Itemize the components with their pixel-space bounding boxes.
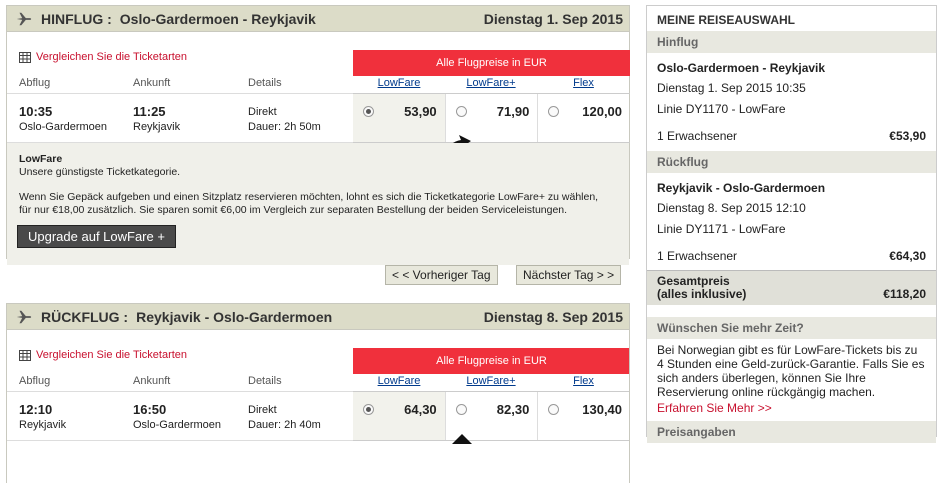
fare-price: 71,90 — [496, 104, 530, 119]
fare-header-lowfare[interactable]: LowFare — [353, 375, 445, 392]
table-icon — [19, 51, 31, 63]
compare-link[interactable]: Vergleichen Sie die Ticketarten — [19, 51, 187, 63]
fare-price: 130,40 — [582, 402, 623, 417]
fare-header-lowfare[interactable]: LowFare — [353, 77, 445, 94]
outbound-header: HINFLUG : Oslo-Gardermoen - Reykjavik Di… — [7, 6, 629, 32]
departure-time: 12:10 — [19, 402, 53, 417]
fare-radio[interactable] — [455, 404, 467, 415]
flight-type: Direkt — [248, 404, 277, 416]
fare-radio[interactable] — [548, 106, 560, 117]
info-title: LowFare — [19, 153, 63, 165]
arrival-time: 11:25 — [133, 104, 166, 119]
fare-info-box: LowFare Unsere günstigste Ticketkategori… — [7, 143, 629, 265]
outbound-panel: HINFLUG : Oslo-Gardermoen - Reykjavik Di… — [6, 5, 630, 265]
sidebar-return-price: €64,30 — [889, 249, 926, 263]
previous-day-button[interactable]: < < Vorheriger Tag — [385, 265, 498, 285]
compare-link[interactable]: Vergleichen Sie die Ticketarten — [19, 349, 187, 361]
fare-options: 53,90 71,90 120,00 — [353, 93, 630, 143]
return-header: RÜCKFLUG : Reykjavik - Oslo-Gardermoen D… — [7, 304, 629, 330]
fare-header-flex[interactable]: Flex — [537, 375, 629, 392]
sidebar-return-pax-row: 1 Erwachsener €64,30 — [647, 247, 936, 265]
fare-options: 64,30 82,30 130,40 — [353, 391, 629, 441]
info-text-1: Wenn Sie Gepäck aufgeben und einen Sitzp… — [19, 191, 599, 203]
arrow-up-icon — [452, 434, 472, 444]
flight-duration: Dauer: 2h 40m — [248, 419, 321, 431]
sidebar-outbound-route: Oslo-Gardermoen - Reykjavik — [657, 61, 826, 75]
sidebar-outbound-datetime: Dienstag 1. Sep 2015 10:35 — [657, 81, 806, 95]
col-details: Details — [248, 77, 282, 89]
compare-link-text[interactable]: Vergleichen Sie die Ticketarten — [36, 51, 187, 63]
fare-radio[interactable] — [363, 404, 374, 415]
price-banner: Alle Flugpreise in EUR — [353, 348, 629, 374]
col-departure: Abflug — [19, 375, 51, 387]
sidebar-return-datetime: Dienstag 8. Sep 2015 12:10 — [657, 201, 806, 215]
col-arrival: Ankunft — [133, 77, 171, 89]
flight-row — [7, 391, 353, 441]
fare-price: 120,00 — [582, 104, 623, 119]
col-arrival: Ankunft — [133, 375, 171, 387]
sidebar-title: MEINE REISEAUSWAHL — [657, 13, 796, 27]
departure-place: Reykjavik — [19, 419, 67, 431]
total-label-sub: (alles inklusive) — [657, 287, 747, 301]
outbound-route: Oslo-Gardermoen - Reykjavik — [119, 10, 316, 27]
outbound-direction: HINFLUG : — [41, 10, 112, 27]
fare-option-lowfare[interactable]: 53,90 — [353, 94, 446, 142]
sidebar-return-header: Rückflug — [647, 151, 936, 173]
return-panel: RÜCKFLUG : Reykjavik - Oslo-Gardermoen D… — [6, 303, 630, 483]
upgrade-button[interactable]: Upgrade auf LowFare + — [17, 225, 176, 248]
travel-summary-sidebar: MEINE REISEAUSWAHL Hinflug Oslo-Gardermo… — [646, 5, 937, 443]
arrival-time: 16:50 — [133, 402, 167, 417]
sidebar-return-flight: Linie DY1171 - LowFare — [657, 222, 786, 236]
flight-type: Direkt — [248, 106, 277, 118]
airplane-icon — [16, 12, 32, 25]
sidebar-outbound-pax: 1 Erwachsener — [657, 129, 738, 143]
col-departure: Abflug — [19, 77, 51, 89]
table-icon — [19, 349, 31, 361]
more-info-link[interactable]: Erfahren Sie Mehr >> — [657, 401, 772, 415]
arrival-place: Reykjavik — [133, 121, 181, 133]
info-text-2: für nur €18,00 zusätzlich. Sie sparen so… — [19, 204, 568, 216]
price-banner: Alle Flugpreise in EUR — [353, 50, 630, 76]
fare-radio[interactable] — [455, 106, 467, 117]
sidebar-outbound-pax-row: 1 Erwachsener €53,90 — [647, 127, 936, 145]
fare-header-lowfare-plus[interactable]: LowFare+ — [445, 77, 537, 94]
return-direction: RÜCKFLUG : — [41, 308, 129, 325]
col-details: Details — [248, 375, 282, 387]
fare-radio[interactable] — [363, 106, 374, 117]
compare-link-text[interactable]: Vergleichen Sie die Ticketarten — [36, 349, 187, 361]
info-subtitle: Unsere günstigste Ticketkategorie. — [19, 166, 181, 178]
sidebar-return-route: Reykjavik - Oslo-Gardermoen — [657, 181, 826, 195]
return-date: Dienstag 8. Sep 2015 — [483, 308, 623, 325]
fare-price: 82,30 — [496, 402, 530, 417]
fare-header-flex[interactable]: Flex — [537, 77, 630, 94]
more-time-header: Wünschen Sie mehr Zeit? — [647, 317, 936, 339]
sidebar-return-pax: 1 Erwachsener — [657, 249, 738, 263]
sidebar-outbound-price: €53,90 — [889, 129, 926, 143]
total-price-row: Gesamtpreis (alles inklusive) €118,20 — [647, 270, 936, 305]
sidebar-outbound-flight: Linie DY1170 - LowFare — [657, 102, 786, 116]
price-info-header: Preisangaben — [647, 421, 936, 443]
more-time-text: Bei Norwegian gibt es für LowFare-Ticket… — [657, 343, 925, 399]
total-price: €118,20 — [883, 287, 926, 301]
more-info-link-row: Erfahren Sie Mehr >> — [647, 399, 936, 417]
outbound-date: Dienstag 1. Sep 2015 — [483, 10, 623, 27]
flight-row — [7, 93, 353, 143]
arrival-place: Oslo-Gardermoen — [133, 419, 222, 431]
return-route: Reykjavik - Oslo-Gardermoen — [136, 308, 333, 325]
fare-price: 53,90 — [404, 104, 437, 119]
departure-place: Oslo-Gardermoen — [19, 121, 108, 133]
fare-option-flex[interactable]: 120,00 — [538, 94, 630, 142]
airplane-icon — [16, 310, 32, 323]
next-day-button[interactable]: Nächster Tag > > — [516, 265, 622, 285]
fare-price: 64,30 — [404, 402, 437, 417]
fare-radio[interactable] — [548, 404, 560, 415]
fare-header-lowfare-plus[interactable]: LowFare+ — [445, 375, 537, 392]
fare-option-lowfare[interactable]: 64,30 — [353, 392, 446, 440]
flight-duration: Dauer: 2h 50m — [248, 121, 321, 133]
sidebar-outbound-header: Hinflug — [647, 31, 936, 53]
fare-option-flex[interactable]: 130,40 — [538, 392, 629, 440]
departure-time: 10:35 — [19, 104, 53, 119]
